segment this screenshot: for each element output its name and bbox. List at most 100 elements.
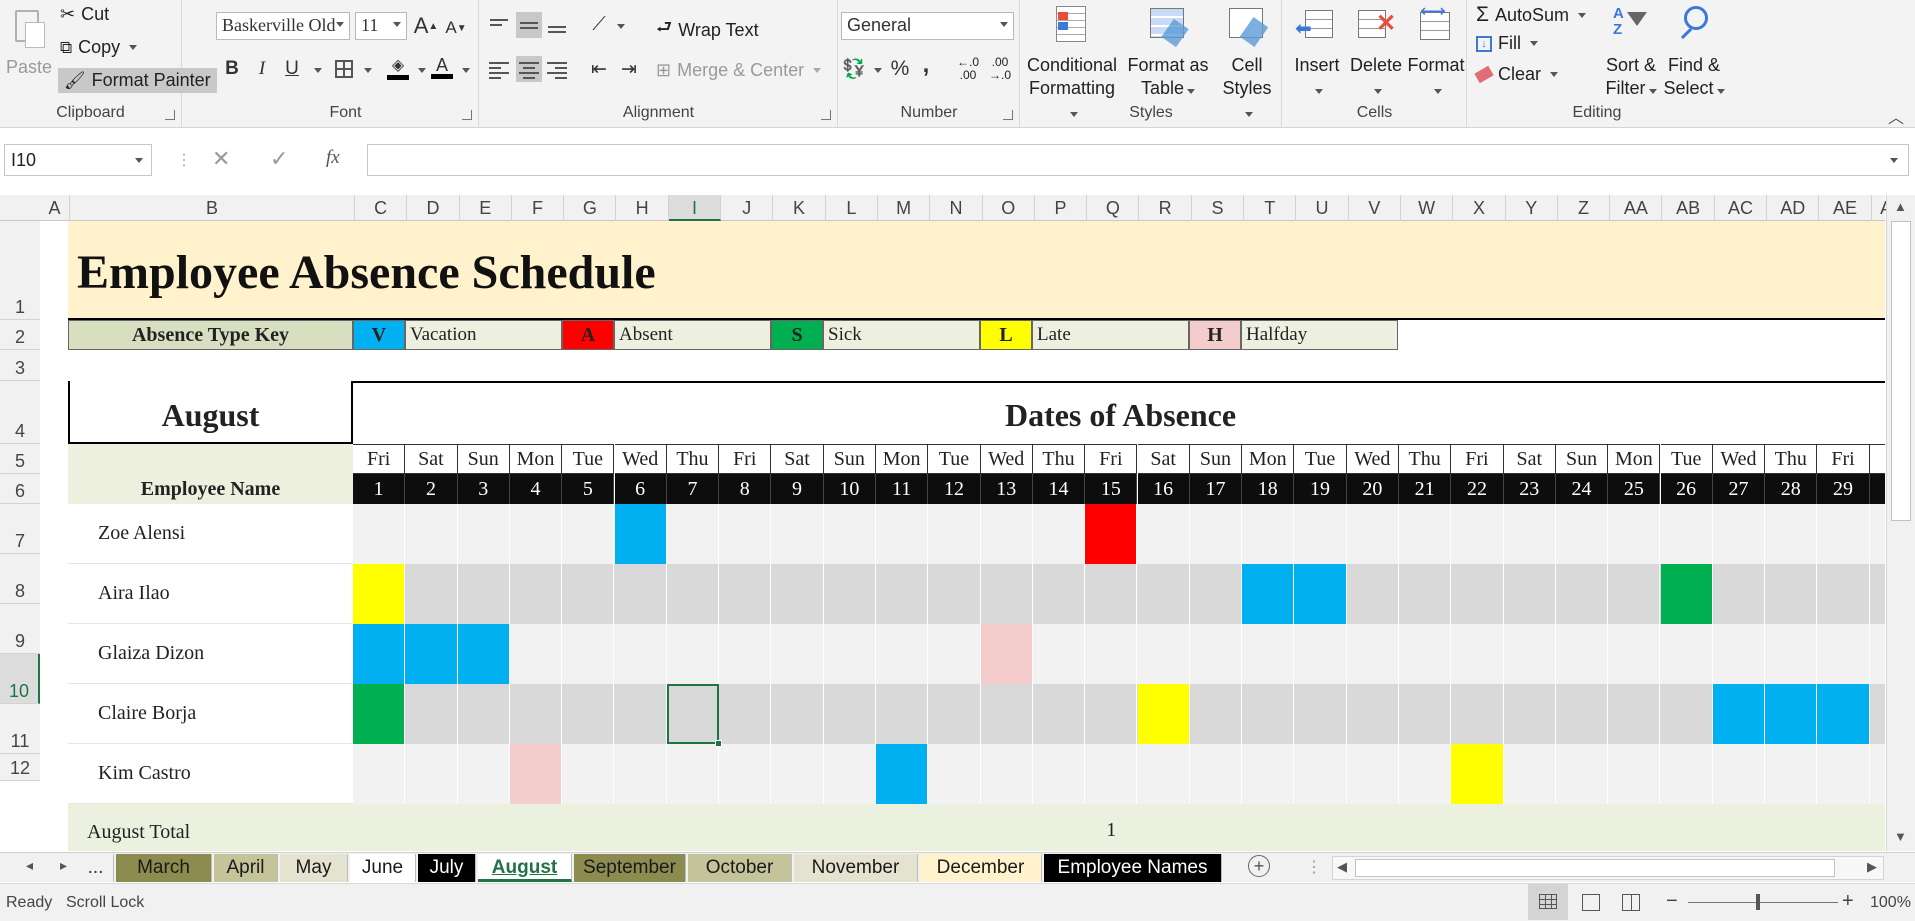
autosum-button[interactable]: Σ AutoSum <box>1476 3 1587 27</box>
absence-mark-s[interactable] <box>353 684 405 744</box>
tab-employee-names[interactable]: Employee Names <box>1044 854 1222 882</box>
zoom-slider[interactable] <box>1688 902 1838 903</box>
column-header-j[interactable]: J <box>721 195 774 221</box>
day-cell[interactable] <box>1347 504 1399 564</box>
find-select-button[interactable]: Find & Select <box>1662 0 1726 100</box>
tab-scroll-left-icon[interactable]: ◂ <box>26 857 33 874</box>
column-header-w[interactable]: W <box>1401 195 1454 221</box>
active-cell-selection[interactable] <box>666 684 723 747</box>
day-cell[interactable] <box>1190 624 1243 684</box>
row-header-4[interactable]: 4 <box>0 381 40 444</box>
tab-june[interactable]: June <box>350 854 416 882</box>
sort-filter-button[interactable]: A Z Sort & Filter <box>1600 0 1662 100</box>
increase-indent-icon[interactable]: ⇥ <box>616 56 642 82</box>
increase-decimal-button[interactable]: ←.0.00 <box>957 56 979 82</box>
day-cell[interactable] <box>928 564 981 624</box>
day-cell[interactable] <box>1870 684 1885 744</box>
day-cell[interactable] <box>405 684 458 744</box>
font-name-select[interactable]: Baskerville Old <box>216 12 350 40</box>
column-header-f[interactable]: F <box>512 195 565 221</box>
row-header-12[interactable]: 12 <box>0 754 40 781</box>
day-cell[interactable] <box>562 624 615 684</box>
column-header-d[interactable]: D <box>407 195 460 221</box>
column-header-u[interactable]: U <box>1296 195 1349 221</box>
column-header-ac[interactable]: AC <box>1715 195 1768 221</box>
font-color-button[interactable]: A <box>429 54 455 80</box>
chevron-down-icon[interactable] <box>135 158 143 163</box>
day-cell[interactable] <box>928 744 981 804</box>
paste-button[interactable]: Paste <box>4 2 54 79</box>
day-cell[interactable] <box>719 624 772 684</box>
day-cell[interactable] <box>1504 684 1556 744</box>
chevron-down-icon[interactable] <box>617 24 625 29</box>
collapse-ribbon-icon[interactable]: ︿ <box>1888 104 1904 128</box>
alignment-launcher-icon[interactable] <box>821 110 831 120</box>
day-cell[interactable] <box>1504 744 1556 804</box>
day-cell[interactable] <box>1765 624 1818 684</box>
day-cell[interactable] <box>824 504 876 564</box>
column-header-l[interactable]: L <box>826 195 878 221</box>
row-header-3[interactable]: 3 <box>0 350 40 381</box>
day-cell[interactable] <box>1451 564 1504 624</box>
day-cell[interactable] <box>1870 744 1885 804</box>
day-cell[interactable] <box>1138 504 1190 564</box>
enter-icon[interactable]: ✓ <box>270 146 288 172</box>
delete-button[interactable]: ✕ Delete <box>1347 0 1405 100</box>
day-cell[interactable] <box>1661 504 1713 564</box>
day-cell[interactable] <box>667 744 720 804</box>
day-cell[interactable] <box>510 504 563 564</box>
absence-mark-v[interactable] <box>457 624 509 684</box>
row-header-8[interactable]: 8 <box>0 554 40 604</box>
day-cell[interactable] <box>981 684 1033 744</box>
fill-handle[interactable] <box>715 740 723 747</box>
tab-more[interactable]: ... <box>78 854 114 882</box>
column-header-s[interactable]: S <box>1192 195 1245 221</box>
clipboard-launcher-icon[interactable] <box>165 110 175 120</box>
tab-march[interactable]: March <box>116 854 212 882</box>
format-painter-button[interactable]: 🖌 Format Painter <box>58 68 217 93</box>
clear-button[interactable]: Clear <box>1474 64 1559 85</box>
expand-formula-icon[interactable] <box>1890 158 1898 163</box>
absence-mark-v[interactable] <box>405 624 457 684</box>
day-cell[interactable] <box>1765 744 1818 804</box>
day-cell[interactable] <box>1661 684 1713 744</box>
number-format-select[interactable]: General <box>841 12 1014 40</box>
absence-mark-v[interactable] <box>876 744 928 804</box>
insert-function-icon[interactable]: fx <box>326 147 340 169</box>
employee-name[interactable]: Kim Castro <box>68 744 353 804</box>
day-cell[interactable] <box>1190 684 1243 744</box>
zoom-slider-thumb[interactable] <box>1756 894 1760 910</box>
zoom-out-button[interactable]: − <box>1666 890 1678 913</box>
tab-may[interactable]: May <box>280 854 348 882</box>
horizontal-scroll-thumb[interactable] <box>1355 859 1835 877</box>
day-cell[interactable] <box>981 504 1033 564</box>
day-cell[interactable] <box>1085 684 1138 744</box>
day-cell[interactable] <box>1504 504 1556 564</box>
day-cell[interactable] <box>876 504 929 564</box>
name-box[interactable]: I10 <box>4 144 152 176</box>
day-cell[interactable] <box>1399 684 1452 744</box>
day-cell[interactable] <box>1033 684 1086 744</box>
day-cell[interactable] <box>824 684 876 744</box>
page-break-preview-icon[interactable] <box>1622 894 1640 911</box>
chevron-down-icon[interactable] <box>129 45 138 50</box>
format-button[interactable]: ⟷ Format <box>1407 0 1465 100</box>
day-cell[interactable] <box>824 744 876 804</box>
column-header-n[interactable]: N <box>930 195 983 221</box>
absence-mark-l[interactable] <box>353 564 405 624</box>
align-middle-icon[interactable] <box>516 12 542 38</box>
day-cell[interactable] <box>1451 504 1504 564</box>
day-cell[interactable] <box>928 624 981 684</box>
grow-font-button[interactable]: A ▲ <box>413 13 439 39</box>
borders-button[interactable] <box>331 56 357 82</box>
day-cell[interactable] <box>667 504 720 564</box>
day-cell[interactable] <box>771 744 824 804</box>
day-cell[interactable] <box>771 504 824 564</box>
day-cell[interactable] <box>1190 744 1243 804</box>
day-cell[interactable] <box>1451 624 1504 684</box>
scroll-down-icon[interactable]: ▼ <box>1894 829 1907 844</box>
absence-mark-l[interactable] <box>1451 744 1503 804</box>
column-header-i[interactable]: I <box>668 195 722 221</box>
day-cell[interactable] <box>1033 624 1086 684</box>
day-cell[interactable] <box>928 684 981 744</box>
